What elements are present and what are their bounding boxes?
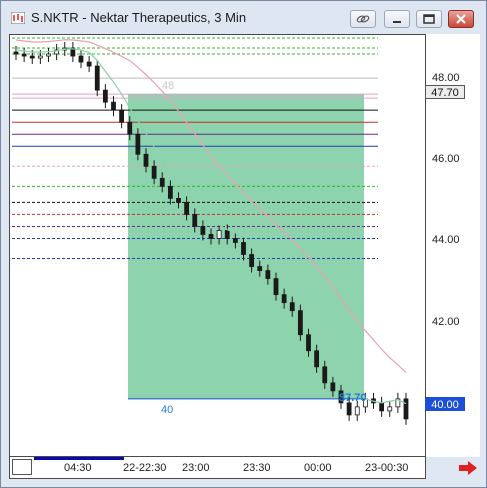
- candle-body: [46, 53, 51, 57]
- price-tick-42: 42.00: [432, 316, 460, 328]
- candle-body: [119, 109, 125, 123]
- candle-body: [257, 266, 263, 271]
- candle-body: [111, 101, 116, 111]
- close-button[interactable]: [448, 10, 474, 28]
- restore-icon: [423, 14, 435, 24]
- candle-body: [102, 89, 108, 103]
- low-price-badge: 40.00: [425, 397, 465, 411]
- price-chart[interactable]: 48 40 $7.70: [9, 34, 426, 457]
- candle-body: [86, 61, 92, 67]
- candle-body: [297, 310, 303, 336]
- candle-body: [379, 402, 385, 412]
- time-label-0000: 00:00: [304, 462, 332, 474]
- candle-body: [151, 165, 157, 179]
- candle-body: [200, 226, 206, 235]
- candle-body: [21, 53, 27, 57]
- move-label: $7.70: [339, 392, 367, 404]
- candle-body: [208, 234, 214, 239]
- time-label-2300: 23:00: [182, 462, 210, 474]
- price-tick-44: 44.00: [432, 234, 460, 246]
- candle-body: [306, 334, 311, 352]
- candle-body: [273, 278, 279, 296]
- history-bar: [34, 457, 124, 460]
- zone-bottom-label: 40: [161, 404, 174, 416]
- candle-body: [322, 366, 328, 384]
- candle-body: [159, 177, 165, 187]
- candle-body: [289, 302, 295, 312]
- candle-body: [37, 55, 43, 59]
- time-label-0030: 23-00:30: [365, 462, 409, 474]
- time-axis[interactable]: 04:30 22-22:30 23:00 23:30 00:00 23-00:3…: [9, 457, 426, 479]
- candle-body: [135, 133, 141, 155]
- minimize-button[interactable]: [384, 10, 410, 28]
- chart-app-icon: [11, 12, 25, 24]
- candle-body: [167, 185, 173, 199]
- candle-body: [224, 230, 230, 239]
- candle-body: [241, 242, 246, 255]
- price-tick-48: 48.00: [432, 72, 460, 84]
- candle-body: [249, 254, 255, 267]
- candle-body: [232, 238, 238, 243]
- candle-body: [354, 406, 360, 416]
- link-button[interactable]: [350, 10, 376, 28]
- window-title: S.NKTR - Nektar Therapeutics, 3 Min: [31, 10, 247, 25]
- chart-window: S.NKTR - Nektar Therapeutics, 3 Min 48 4…: [0, 0, 487, 488]
- candle-body: [143, 153, 149, 167]
- candle-body: [314, 350, 320, 368]
- title-bar: S.NKTR - Nektar Therapeutics, 3 Min: [1, 1, 486, 34]
- restore-button[interactable]: [416, 10, 442, 28]
- candle-body: [78, 55, 84, 63]
- time-label-2330: 23:30: [243, 462, 271, 474]
- candle-body: [184, 201, 190, 215]
- candle-body: [127, 121, 133, 135]
- minimize-icon: [393, 21, 401, 23]
- candle-body: [13, 51, 19, 55]
- candle-body: [94, 65, 100, 91]
- price-tick-46: 46.00: [432, 153, 460, 165]
- candle-body: [281, 294, 287, 304]
- time-label-2230: 22-22:30: [123, 462, 167, 474]
- candle-body: [216, 230, 222, 239]
- candle-body: [192, 214, 198, 227]
- candle-body: [403, 398, 409, 420]
- time-label-0430: 04:30: [64, 462, 92, 474]
- candle-body: [346, 402, 352, 416]
- candle-body: [387, 406, 393, 412]
- link-icon: [356, 15, 370, 23]
- candle-body: [330, 382, 336, 392]
- close-icon: [456, 14, 466, 24]
- zone-top-label: 48: [162, 80, 175, 92]
- candle-body: [29, 55, 35, 59]
- scroll-right-arrow-icon[interactable]: [458, 461, 478, 475]
- candle-body: [176, 197, 181, 203]
- candle-body: [265, 270, 271, 279]
- last-price-badge: 47.70: [425, 85, 465, 99]
- scroll-box[interactable]: [12, 459, 32, 475]
